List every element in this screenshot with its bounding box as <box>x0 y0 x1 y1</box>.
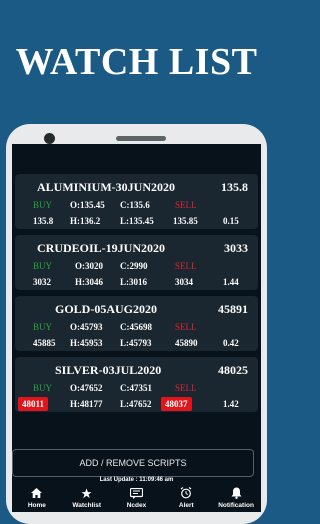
alarm-icon <box>180 486 192 500</box>
high-value: H:48177 <box>70 399 103 409</box>
close-value: C:2990 <box>120 261 148 271</box>
bid-value: 135.8 <box>33 216 54 226</box>
tab-watchlist[interactable]: Watchlist <box>62 486 112 512</box>
watchlist-card[interactable]: ALUMINIUM-30JUN2020 135.8 BUY O:135.45 C… <box>15 174 258 229</box>
buy-button[interactable]: BUY <box>33 320 52 334</box>
close-value: C:45698 <box>120 322 152 332</box>
bottom-tab-bar: Home Watchlist Ncdex Alert Notification <box>12 486 261 512</box>
banner-title: WATCH LIST <box>15 41 258 83</box>
sell-button[interactable]: SELL <box>175 198 197 212</box>
close-value: C:135.6 <box>120 200 150 210</box>
bid-value: 45885 <box>33 338 56 348</box>
bid-value: 48011 <box>18 397 49 411</box>
low-value: L:47652 <box>120 399 152 409</box>
script-price: 48025 <box>218 363 248 377</box>
script-price: 3033 <box>224 241 248 255</box>
sell-button[interactable]: SELL <box>175 259 197 273</box>
home-icon <box>31 486 43 500</box>
buy-button[interactable]: BUY <box>33 381 52 395</box>
bell-icon <box>231 486 242 500</box>
sell-button[interactable]: SELL <box>175 381 197 395</box>
add-remove-scripts-button[interactable]: ADD / REMOVE SCRIPTS <box>12 449 254 477</box>
watchlist-card[interactable]: SILVER-03JUL2020 48025 BUY O:47652 C:473… <box>15 357 258 412</box>
change-value: 0.15 <box>223 216 239 226</box>
sell-button[interactable]: SELL <box>175 320 197 334</box>
script-price: 45891 <box>218 302 248 316</box>
script-price: 135.8 <box>221 180 248 194</box>
tab-notification[interactable]: Notification <box>211 486 261 512</box>
watchlist-card[interactable]: CRUDEOIL-19JUN2020 3033 BUY O:3020 C:299… <box>15 235 258 290</box>
buy-button[interactable]: BUY <box>33 259 52 273</box>
tab-alert[interactable]: Alert <box>161 486 211 512</box>
high-value: H:3046 <box>75 277 103 287</box>
low-value: L:135.45 <box>120 216 154 226</box>
change-value: 1.44 <box>223 277 239 287</box>
change-value: 1.42 <box>223 399 239 409</box>
tab-label: Notification <box>218 502 254 509</box>
high-value: H:136.2 <box>70 216 101 226</box>
speaker-icon <box>116 136 166 141</box>
tab-label: Alert <box>178 502 194 509</box>
script-name: ALUMINIUM-30JUN2020 <box>37 180 175 194</box>
tab-ncdex[interactable]: Ncdex <box>112 486 162 512</box>
tab-label: Watchlist <box>72 502 102 509</box>
ask-value: 48037 <box>161 397 192 411</box>
close-value: C:47351 <box>120 383 152 393</box>
script-name: GOLD-05AUG2020 <box>55 302 157 316</box>
low-value: L:45793 <box>120 338 152 348</box>
watchlist-card[interactable]: GOLD-05AUG2020 45891 BUY O:45793 C:45698… <box>15 296 258 351</box>
high-value: H:45953 <box>70 338 103 348</box>
ask-value: 45890 <box>175 338 198 348</box>
tab-home[interactable]: Home <box>12 486 62 512</box>
tab-label: Home <box>27 502 46 509</box>
star-icon <box>81 486 92 500</box>
tab-label: Ncdex <box>126 502 147 509</box>
low-value: L:3016 <box>120 277 147 287</box>
ask-value: 3034 <box>175 277 193 287</box>
script-name: SILVER-03JUL2020 <box>55 363 162 377</box>
open-value: O:47652 <box>70 383 103 393</box>
change-value: 0.42 <box>223 338 239 348</box>
bid-value: 3032 <box>33 277 51 287</box>
script-name: CRUDEOIL-19JUN2020 <box>37 241 166 255</box>
ask-value: 135.85 <box>173 216 198 226</box>
open-value: O:3020 <box>75 261 103 271</box>
buy-button[interactable]: BUY <box>33 198 52 212</box>
last-update-text: Last Update : 11:09:46 am <box>99 477 174 483</box>
camera-icon <box>44 133 55 144</box>
open-value: O:45793 <box>70 322 103 332</box>
chat-icon <box>129 486 143 500</box>
app-screen: ALUMINIUM-30JUN2020 135.8 BUY O:135.45 C… <box>12 144 261 512</box>
open-value: O:135.45 <box>70 200 105 210</box>
